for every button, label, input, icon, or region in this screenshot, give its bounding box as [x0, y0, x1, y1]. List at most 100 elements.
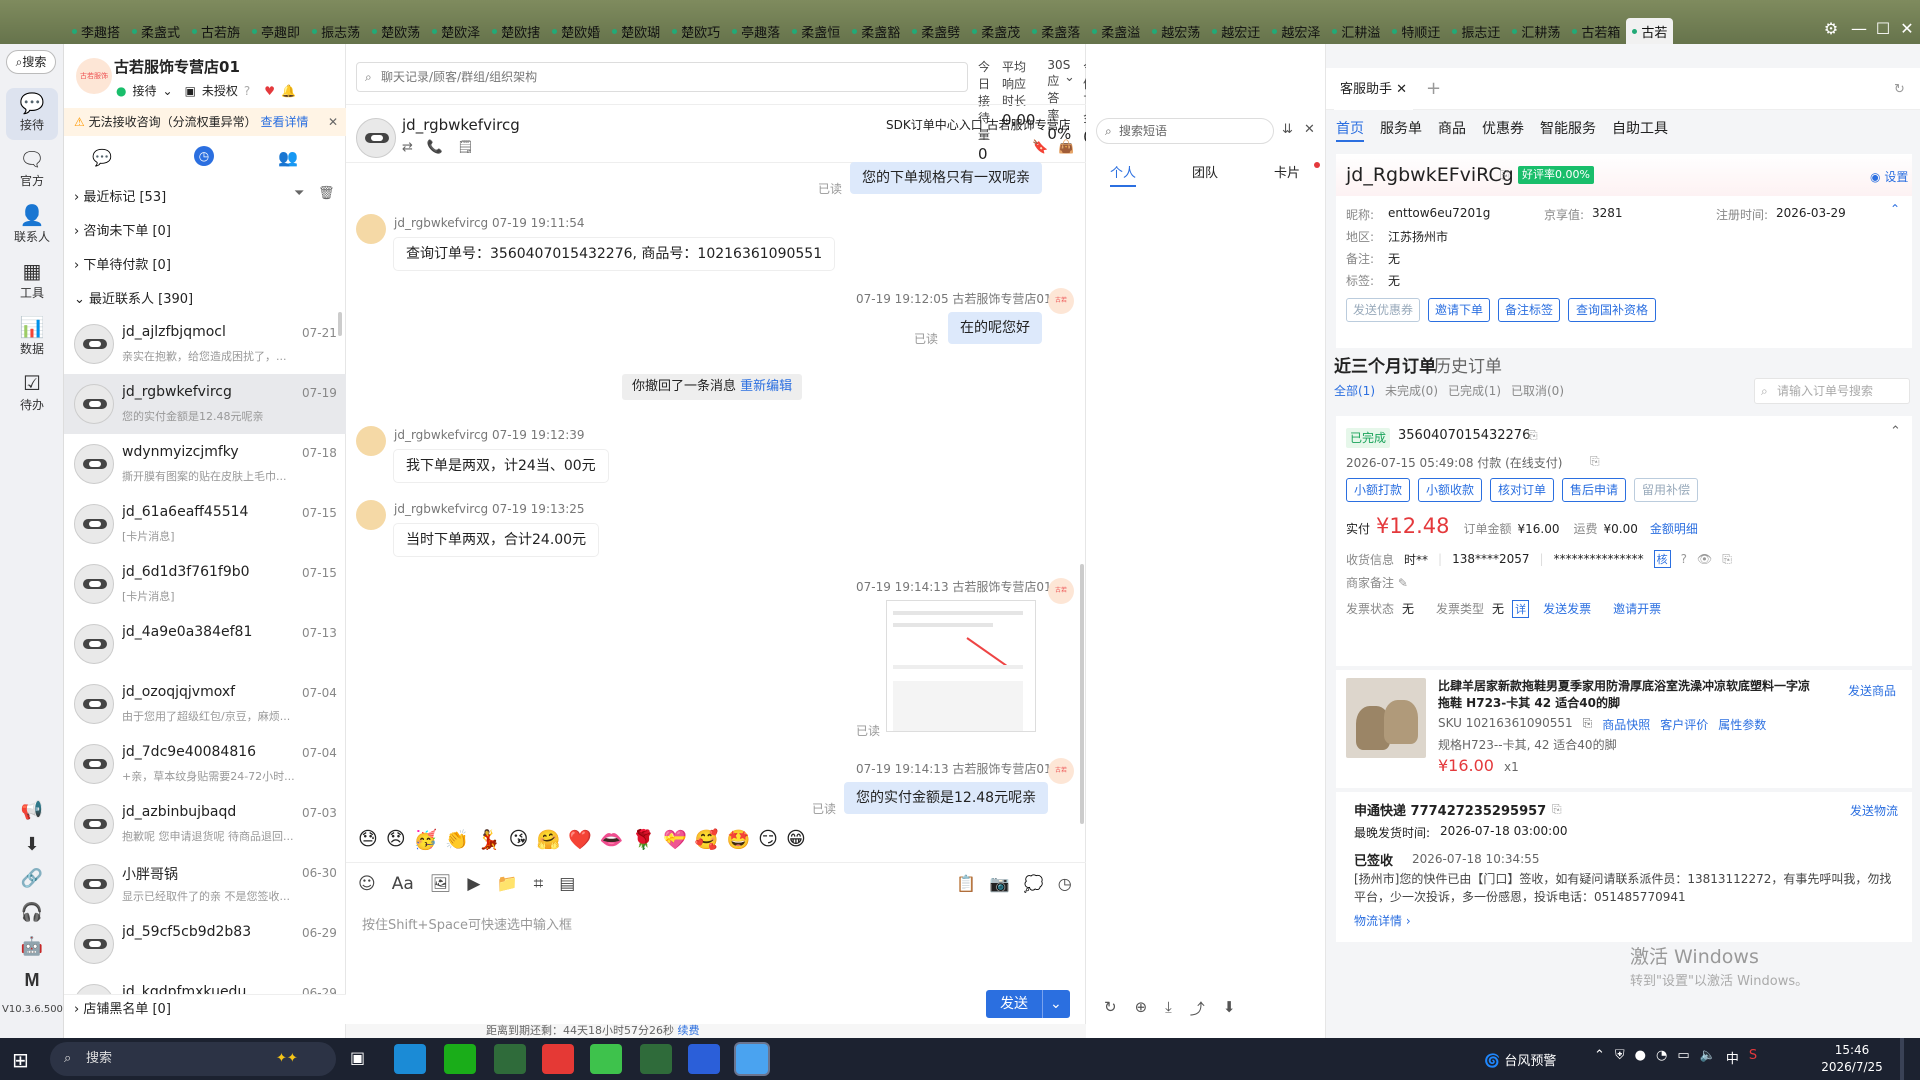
- filter-all[interactable]: 全部(1): [1334, 382, 1375, 399]
- shop-tab[interactable]: 柔盏茂: [966, 18, 1026, 44]
- ime-indicator[interactable]: 中: [1726, 1048, 1739, 1067]
- stats-collapse-icon[interactable]: ⌄: [1064, 70, 1075, 85]
- task-view-icon[interactable]: ▣: [350, 1048, 365, 1067]
- phrase-search-input[interactable]: ⌕ 搜索短语: [1096, 118, 1274, 144]
- section-unordered[interactable]: › 咨询未下单 [0]: [74, 220, 171, 239]
- wechat-tray-icon[interactable]: ●: [1635, 1048, 1646, 1067]
- shop-tab[interactable]: 楚欧巧: [666, 18, 726, 44]
- quote-icon[interactable]: 💭: [1024, 874, 1044, 893]
- collapse-icon[interactable]: ⇊: [1282, 122, 1293, 137]
- folder-icon[interactable]: 📁: [496, 874, 517, 894]
- shop-tab[interactable]: 楚欧搳: [486, 18, 546, 44]
- filter-complete[interactable]: 已完成(1): [1448, 382, 1501, 399]
- message-input[interactable]: 按住Shift+Space可快速选中输入框: [362, 914, 572, 933]
- emoji-icon[interactable]: 😁: [786, 828, 806, 851]
- chat-bubble-icon[interactable]: 💬: [92, 148, 112, 167]
- help-icon[interactable]: ?: [244, 84, 250, 98]
- chevron-up-icon[interactable]: ⌃: [1890, 424, 1901, 439]
- verify-order-button[interactable]: 核对订单: [1490, 478, 1554, 502]
- shop-tab[interactable]: 柔盏劈: [906, 18, 966, 44]
- transfer-icon[interactable]: ⇄: [402, 140, 413, 155]
- phone-icon[interactable]: 📞: [427, 140, 443, 155]
- invite-order-button[interactable]: 邀请下单: [1428, 298, 1490, 322]
- edit-icon[interactable]: ✎: [1398, 576, 1408, 590]
- send-logistics-link[interactable]: 发送物流: [1850, 802, 1898, 819]
- emoji-icon[interactable]: 😘: [509, 828, 529, 851]
- rail-todo[interactable]: ☑ 待办: [6, 368, 58, 420]
- product-image[interactable]: [1346, 678, 1426, 758]
- shop-tab[interactable]: 柔盏恒: [786, 18, 846, 44]
- shop-tab[interactable]: 楚欧荡: [366, 18, 426, 44]
- wifi-icon[interactable]: ◔: [1656, 1048, 1667, 1067]
- filter-cancelled[interactable]: 已取消(0): [1511, 382, 1564, 399]
- re-edit-link[interactable]: 重新编辑: [740, 379, 792, 394]
- shop-tab[interactable]: 亭趣即: [246, 18, 306, 44]
- emoji-icon[interactable]: 💝: [663, 828, 687, 851]
- shop-tab[interactable]: 汇耕溢: [1326, 18, 1386, 44]
- assistant-nav-item[interactable]: 自助工具: [1612, 118, 1668, 148]
- section-blacklist[interactable]: › 店铺黑名单 [0]: [64, 994, 346, 1024]
- section-recent-contacts[interactable]: ⌄ 最近联系人 [390]: [74, 288, 193, 307]
- wechat-icon[interactable]: [444, 1044, 476, 1074]
- contact-item[interactable]: jd_ajlzfbjqmocl 07-21 亲实在抱歉，给您造成困扰了，...: [64, 314, 346, 374]
- assistant-nav-item[interactable]: 服务单: [1380, 118, 1422, 148]
- emoji-icon[interactable]: 🥳: [414, 828, 438, 851]
- shop-tab[interactable]: 柔盏落: [1026, 18, 1086, 44]
- section-recent-mark[interactable]: › 最近标记 [53]: [74, 186, 166, 205]
- rail-tools[interactable]: ▦ 工具: [6, 256, 58, 308]
- image-icon[interactable]: 🖼: [430, 874, 452, 894]
- minimize-icon[interactable]: —: [1848, 18, 1870, 40]
- recent-orders-title[interactable]: 近三个月订单: [1334, 352, 1436, 377]
- app-green-icon[interactable]: [590, 1044, 622, 1074]
- small-collect-button[interactable]: 小额收款: [1418, 478, 1482, 502]
- close-window-icon[interactable]: ✕: [1896, 18, 1918, 40]
- maximize-icon[interactable]: ☐: [1872, 18, 1894, 40]
- help-icon[interactable]: ?: [1681, 552, 1687, 566]
- contact-item[interactable]: jd_61a6eaff45514 07-15 [卡片消息]: [64, 494, 346, 554]
- app-m-icon[interactable]: [688, 1044, 720, 1074]
- contact-item[interactable]: jd_rgbwkefvircg 07-19 您的实付金额是12.48元呢亲: [64, 374, 346, 434]
- refresh-icon[interactable]: ↻: [1894, 82, 1905, 97]
- logistics-detail-link[interactable]: 物流详情 ›: [1354, 912, 1411, 929]
- emoji-icon[interactable]: 👄: [600, 828, 624, 851]
- tab-team[interactable]: 团队: [1192, 162, 1218, 181]
- refresh-icon[interactable]: ↻: [1104, 998, 1117, 1019]
- shop-tab[interactable]: 古若箱: [1566, 18, 1626, 44]
- camera-icon[interactable]: 📷: [990, 874, 1010, 893]
- group-icon[interactable]: 👥: [278, 148, 298, 167]
- export-icon[interactable]: ⤴: [1190, 998, 1205, 1019]
- shop-tab[interactable]: 古若旃: [186, 18, 246, 44]
- close-icon[interactable]: ✕: [1396, 82, 1407, 97]
- shop-tab[interactable]: 楚欧泽: [426, 18, 486, 44]
- history-icon[interactable]: ◷: [1058, 874, 1072, 893]
- emoji-icon[interactable]: ❤️: [568, 828, 592, 851]
- contact-item[interactable]: jd_7dc9e40084816 07-04 +亲，草本纹身贴需要24-72小时..…: [64, 734, 346, 794]
- review-link[interactable]: 客户评价: [1660, 716, 1708, 733]
- invite-invoice-link[interactable]: 邀请开票: [1613, 600, 1661, 618]
- show-desktop[interactable]: [1900, 1038, 1904, 1080]
- tab-card[interactable]: 卡片: [1274, 162, 1300, 181]
- m-logo-icon[interactable]: M: [20, 970, 44, 994]
- contact-item[interactable]: jd_ozoqjqjvmoxf 07-04 由于您用了超级红包/京豆，麻烦...: [64, 674, 346, 734]
- tab-personal[interactable]: 个人: [1110, 162, 1137, 187]
- shop-tab[interactable]: 古若: [1626, 18, 1674, 44]
- bot-icon[interactable]: 🤖: [20, 936, 44, 960]
- global-search-button[interactable]: ⌕搜索: [6, 50, 56, 74]
- shop-tab[interactable]: 楚欧瑚: [606, 18, 666, 44]
- invoice-detail-badge[interactable]: 详: [1512, 600, 1530, 618]
- filter-incomplete[interactable]: 未完成(0): [1385, 382, 1438, 399]
- shop-tab[interactable]: 楚欧婚: [546, 18, 606, 44]
- heart-icon[interactable]: ♥: [264, 84, 275, 98]
- weather-widget[interactable]: 🌀 台风预警: [1484, 1050, 1556, 1069]
- assistant-tab[interactable]: 客服助手 ✕: [1334, 78, 1414, 110]
- add-icon[interactable]: ⊕: [1135, 998, 1148, 1019]
- copy-icon[interactable]: ⎘: [1552, 802, 1562, 817]
- shield-icon[interactable]: ⛨: [1615, 1048, 1625, 1067]
- amount-detail-link[interactable]: 金额明细: [1650, 520, 1698, 537]
- shop-tab[interactable]: 柔盏豁: [846, 18, 906, 44]
- chevron-up-icon[interactable]: ⌃: [1594, 1048, 1605, 1067]
- emoji-icon[interactable]: 🌹: [631, 828, 655, 851]
- section-unpaid[interactable]: › 下单待付款 [0]: [74, 254, 171, 273]
- bag-icon[interactable]: 👜: [1058, 140, 1074, 155]
- copy-icon[interactable]: ⎘: [1500, 168, 1510, 183]
